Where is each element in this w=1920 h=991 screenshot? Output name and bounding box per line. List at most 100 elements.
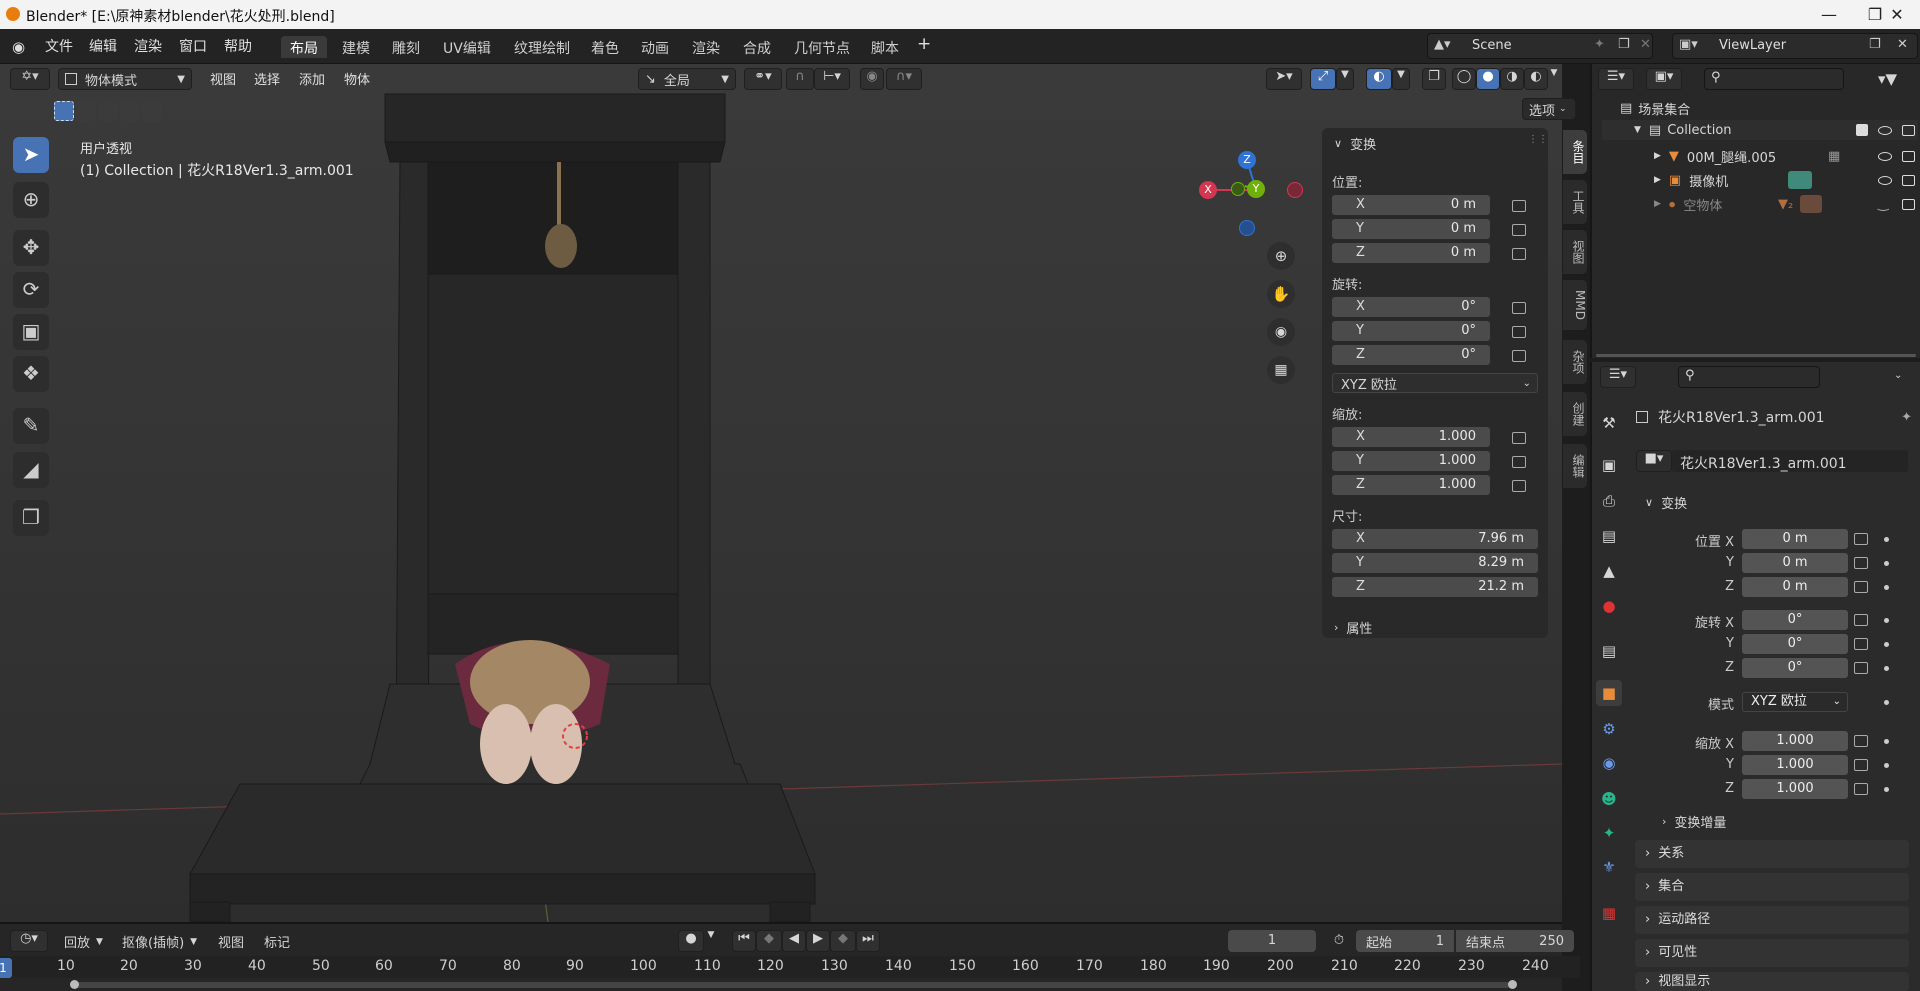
object-tab-icon[interactable]: ■	[1596, 680, 1622, 706]
eye-icon[interactable]	[1878, 175, 1892, 185]
prop-lock-icon[interactable]	[1854, 662, 1868, 674]
stopwatch-icon[interactable]: ⏱	[1328, 930, 1350, 952]
output-tab-icon[interactable]: ⎙	[1596, 488, 1622, 514]
rotation-y-field[interactable]: Y 0°	[1332, 321, 1490, 341]
keyframe-dot-icon[interactable]	[1884, 537, 1889, 542]
wireframe-shading-button[interactable]: ◯	[1452, 68, 1476, 90]
jump-end-button[interactable]: ⏭	[856, 930, 880, 952]
measure-tool-icon[interactable]: ◢	[13, 452, 49, 488]
transform-tool-icon[interactable]: ❖	[13, 356, 49, 392]
annotate-tool-icon[interactable]: ✎	[13, 408, 49, 444]
prop-location-x-field[interactable]: 0 m	[1742, 529, 1848, 549]
prop-lock-icon[interactable]	[1854, 783, 1868, 795]
transform-panel-header[interactable]: ∨ 变换	[1334, 134, 1534, 153]
view-layer-selector[interactable]: ▣▾ ViewLayer ❐ ✕	[1672, 33, 1918, 59]
tab-layout[interactable]: 布局	[281, 36, 327, 58]
display-mode-button[interactable]: ▣▾	[1646, 68, 1682, 90]
gizmo-neg-y[interactable]	[1231, 182, 1245, 196]
object-name-field[interactable]: 花火R18Ver1.3_arm.001	[1672, 450, 1908, 472]
viewport-menu-add[interactable]: 添加	[299, 69, 325, 88]
keyframe-dot-icon[interactable]	[1884, 585, 1889, 590]
auto-keying-menu[interactable]: ▼	[704, 930, 718, 952]
timeline-scrollbar[interactable]	[70, 982, 1510, 988]
prop-lock-icon[interactable]	[1854, 735, 1868, 747]
playback-menu[interactable]: 回放 ▼	[64, 932, 103, 951]
keyframe-dot-icon[interactable]	[1884, 787, 1889, 792]
keyframe-dot-icon[interactable]	[1884, 618, 1889, 623]
prop-lock-icon[interactable]	[1854, 759, 1868, 771]
overlay-toggle-button[interactable]: ◐	[1366, 68, 1392, 90]
render-camera-icon[interactable]	[1902, 198, 1915, 210]
keyframe-dot-icon[interactable]	[1884, 763, 1889, 768]
play-reverse-button[interactable]: ◀	[782, 930, 806, 952]
current-frame-field[interactable]: 1	[1228, 930, 1316, 952]
sidebar-tab-item[interactable]: 条目	[1563, 130, 1587, 174]
timeline-menu-view[interactable]: 视图	[218, 932, 244, 951]
chevron-down-icon[interactable]: ⌄	[1894, 370, 1902, 381]
collection-tab-icon[interactable]: ▤	[1596, 638, 1622, 664]
scene-selector[interactable]: ▲▾ Scene ✦ ❐ ✕	[1427, 33, 1653, 59]
render-camera-icon[interactable]	[1902, 150, 1915, 162]
viewport-display-section[interactable]: › 视图显示	[1635, 972, 1909, 991]
outliner-row-empty[interactable]: ▶ ⦁ 空物体 ▼₂ ‿	[1602, 194, 1918, 214]
select-intersect-button[interactable]	[142, 101, 162, 121]
rotation-x-field[interactable]: X 0°	[1332, 297, 1490, 317]
start-frame-field[interactable]: 起始 1	[1356, 930, 1454, 952]
select-box-tool-icon[interactable]: ➤	[13, 137, 49, 173]
delta-transform-subsection[interactable]: › 变换增量	[1662, 810, 1902, 832]
keyframe-dot-icon[interactable]	[1884, 561, 1889, 566]
outliner-row-scene-collection[interactable]: ▤ 场景集合	[1620, 98, 1910, 118]
checkbox-icon[interactable]	[1856, 124, 1868, 136]
dimensions-x-field[interactable]: X 7.96 m	[1332, 529, 1538, 549]
rotation-z-field[interactable]: Z 0°	[1332, 345, 1490, 365]
eye-icon[interactable]	[1878, 125, 1892, 135]
gizmo-y-axis[interactable]: Y	[1247, 180, 1265, 198]
outliner-row-camera[interactable]: ▶ ▣ 摄像机	[1602, 170, 1918, 190]
snap-toggle-button[interactable]: ∩	[786, 68, 814, 90]
perspective-toggle-icon[interactable]: ▦	[1267, 356, 1295, 384]
keyframe-dot-icon[interactable]	[1884, 666, 1889, 671]
chevron-right-icon[interactable]: ▶	[1654, 151, 1661, 161]
lock-scale-x-icon[interactable]	[1512, 432, 1526, 444]
select-subtract-button[interactable]	[98, 101, 118, 121]
render-camera-icon[interactable]	[1902, 174, 1915, 186]
tab-texture-paint[interactable]: 纹理绘制	[505, 36, 579, 58]
solid-shading-button[interactable]: ●	[1476, 68, 1500, 90]
menu-window[interactable]: 窗口	[179, 36, 207, 56]
shading-menu-button[interactable]: ▼	[1548, 68, 1560, 90]
unlink-scene-icon[interactable]: ✕	[1640, 37, 1651, 52]
jump-start-button[interactable]: ⏮	[732, 930, 756, 952]
pin-icon[interactable]: ✦	[1901, 410, 1912, 425]
tab-modeling[interactable]: 建模	[333, 36, 379, 58]
drag-handle-icon[interactable]: ⋮⋮	[1528, 134, 1548, 145]
tab-rendering[interactable]: 渲染	[683, 36, 729, 58]
pivot-point-button[interactable]: ⚭▾	[744, 68, 782, 90]
gizmo-neg-z[interactable]	[1239, 220, 1255, 236]
scrollbar-end-handle[interactable]	[1508, 980, 1517, 989]
tab-compositing[interactable]: 合成	[734, 36, 780, 58]
new-view-layer-icon[interactable]: ❐	[1869, 37, 1881, 52]
location-y-field[interactable]: Y0 m	[1332, 219, 1490, 239]
camera-view-icon[interactable]: ◉	[1267, 318, 1295, 346]
viewport-menu-view[interactable]: 视图	[210, 69, 236, 88]
select-invert-button[interactable]	[120, 101, 140, 121]
properties-editor-type-button[interactable]: ☰▾	[1600, 366, 1636, 388]
dimensions-y-field[interactable]: Y 8.29 m	[1332, 553, 1538, 573]
lock-scale-z-icon[interactable]	[1512, 480, 1526, 492]
viewport-menu-select[interactable]: 选择	[254, 69, 280, 88]
lock-scale-y-icon[interactable]	[1512, 456, 1526, 468]
sidebar-tab-misc[interactable]: 杂项	[1563, 340, 1587, 384]
prop-location-y-field[interactable]: 0 m	[1742, 553, 1848, 573]
minimize-button[interactable]: —	[1806, 0, 1852, 29]
menu-render[interactable]: 渲染	[134, 36, 162, 56]
transform-section-header[interactable]: ∨ 变换	[1635, 488, 1909, 516]
lock-rotation-y-icon[interactable]	[1512, 326, 1526, 338]
options-button[interactable]: 选项 ⌄	[1522, 98, 1576, 120]
prop-rotation-y-field[interactable]: 0°	[1742, 634, 1848, 654]
outliner-scrollbar[interactable]	[1596, 354, 1916, 357]
add-workspace-icon[interactable]: +	[917, 34, 931, 54]
prop-rotation-x-field[interactable]: 0°	[1742, 610, 1848, 630]
prop-lock-icon[interactable]	[1854, 557, 1868, 569]
world-tab-icon[interactable]: ●	[1596, 593, 1622, 619]
render-camera-icon[interactable]	[1902, 124, 1915, 136]
